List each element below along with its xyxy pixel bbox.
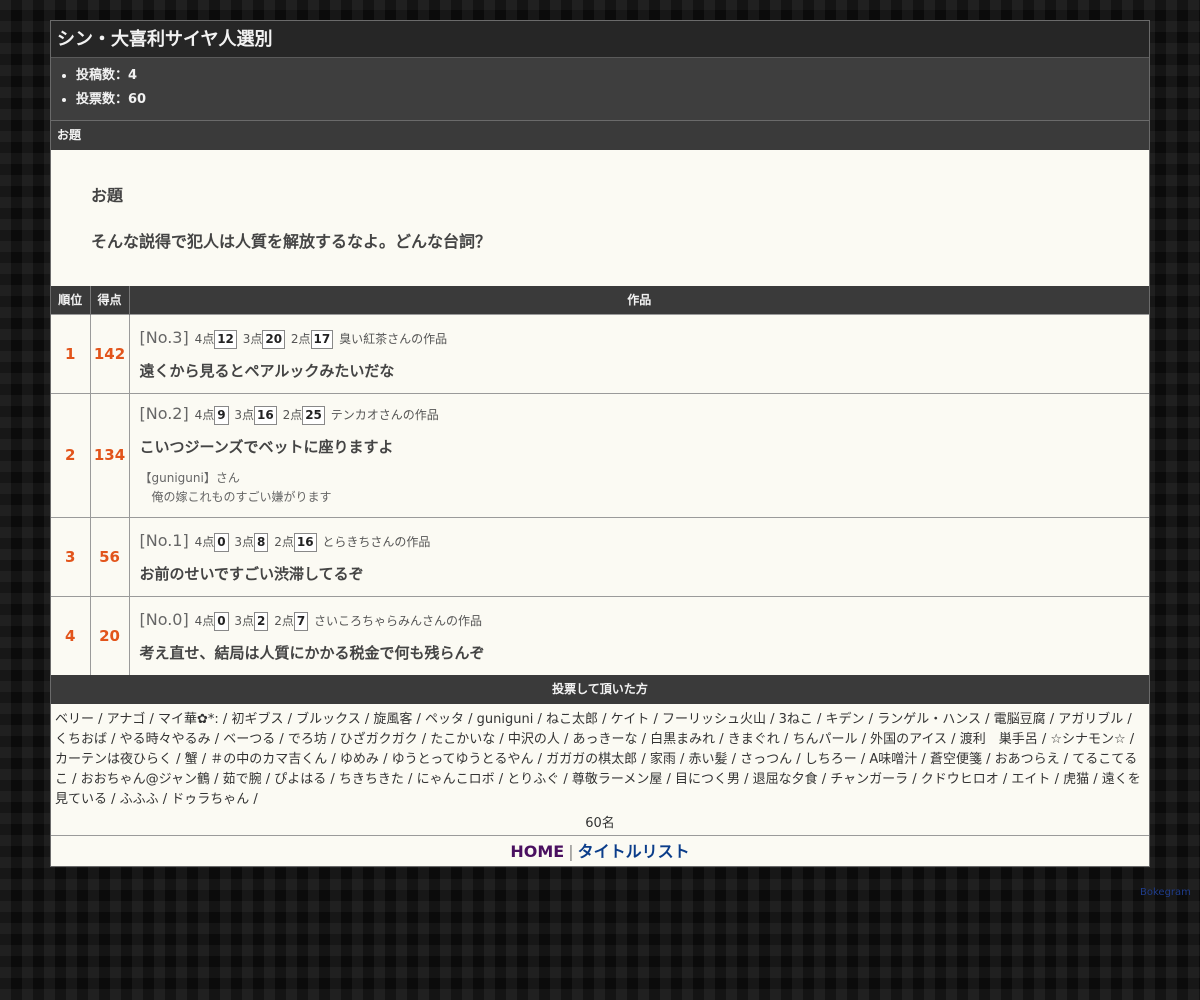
nav-separator: | bbox=[568, 842, 574, 861]
results-table: 順位 得点 作品 1 142 [No.3] 4点 12 3点 20 2点 17 臭い紅… bbox=[51, 286, 1149, 675]
table-row: 2 134 [No.2] 4点 9 3点 16 2点 25 テンカオさんの作品 こいつ… bbox=[51, 392, 1149, 517]
entry-meta: [No.0] 4点 0 3点 2 2点 7 さいころちゃらみんさんの作品 bbox=[140, 609, 1140, 632]
work-text: お前のせいですごい渋滞してるぞ bbox=[139, 564, 364, 583]
table-row: 3 56 [No.1] 4点 0 3点 8 2点 16 とらきちさんの作品 お前のせい… bbox=[51, 516, 1149, 596]
work-text: 遠くから見るとペアルックみたいだな bbox=[139, 361, 395, 380]
entry-author: さいころちゃらみんさんの作品 bbox=[314, 613, 483, 628]
column-rank: 順位 bbox=[51, 286, 91, 314]
score-cell: 134 bbox=[90, 392, 130, 517]
entry-number: [No.1] bbox=[139, 530, 189, 550]
entry-meta: [No.1] 4点 0 3点 8 2点 16 とらきちさんの作品 bbox=[140, 530, 1140, 553]
points3-count: 16 bbox=[254, 406, 277, 425]
odai-header: お題 bbox=[51, 121, 1149, 150]
odai-text: そんな説得で犯人は人質を解放するなよ。どんな台詞？ bbox=[91, 232, 492, 251]
points2-label: 2点 bbox=[282, 408, 303, 422]
footer-nav: HOME | タイトルリスト bbox=[51, 835, 1149, 866]
entry-meta: [No.3] 4点 12 3点 20 2点 17 臭い紅茶さんの作品 bbox=[140, 327, 1140, 350]
rank-cell: 4 bbox=[51, 595, 91, 675]
post-count: 投稿数：4 bbox=[76, 64, 1149, 88]
credit-link[interactable]: Bokegram bbox=[1140, 887, 1191, 898]
points4-label: 4点 bbox=[194, 408, 215, 422]
points3-count: 8 bbox=[254, 532, 269, 552]
entry-number: [No.2] bbox=[139, 404, 189, 423]
points3-label: 3点 bbox=[242, 331, 263, 346]
main-container: シン・大喜利サイヤ人選別 投稿数：4 投票数：60 お題 お題 そんな説得で犯人… bbox=[50, 20, 1150, 867]
points4-count: 0 bbox=[214, 532, 229, 552]
points4-count: 9 bbox=[214, 406, 229, 425]
points3-label: 3点 bbox=[234, 613, 255, 628]
table-header-row: 順位 得点 作品 bbox=[51, 286, 1149, 314]
table-row: 1 142 [No.3] 4点 12 3点 20 2点 17 臭い紅茶さんの作品 遠く… bbox=[51, 313, 1149, 393]
points2-count: 25 bbox=[302, 406, 325, 425]
comment-text: 俺の嫁これものすごい嫌がります bbox=[151, 490, 332, 504]
table-row: 4 20 [No.0] 4点 0 3点 2 2点 7 さいころちゃらみんさんの作品 考… bbox=[51, 595, 1149, 675]
points4-label: 4点 bbox=[194, 613, 215, 628]
work-text: 考え直せ、結局は人質にかかる税金で何も残らんぞ bbox=[139, 643, 485, 662]
rank-cell: 2 bbox=[51, 392, 91, 517]
entry-author: テンカオさんの作品 bbox=[330, 408, 439, 422]
work-cell: [No.0] 4点 0 3点 2 2点 7 さいころちゃらみんさんの作品 考え直せ、結… bbox=[129, 595, 1149, 675]
score-cell: 142 bbox=[90, 313, 130, 393]
points4-label: 4点 bbox=[194, 534, 215, 549]
points4-count: 12 bbox=[214, 329, 237, 349]
work-cell: [No.2] 4点 9 3点 16 2点 25 テンカオさんの作品 こいつジーンズでベ… bbox=[129, 392, 1149, 517]
voters-list: ベリー / アナゴ / マイ華✿*: / 初ギブス / ブルックス / 旋風客 … bbox=[55, 712, 1141, 807]
points4-label: 4点 bbox=[194, 331, 215, 346]
points3-count: 2 bbox=[254, 611, 269, 631]
entry-meta: [No.2] 4点 9 3点 16 2点 25 テンカオさんの作品 bbox=[140, 403, 1140, 426]
vote-count: 投票数：60 bbox=[76, 88, 1149, 112]
work-cell: [No.1] 4点 0 3点 8 2点 16 とらきちさんの作品 お前のせいですごい渋… bbox=[129, 516, 1149, 596]
points2-label: 2点 bbox=[290, 331, 311, 346]
comment: 【guniguni】さん 俺の嫁これものすごい嫌がります bbox=[140, 469, 1140, 507]
score-cell: 20 bbox=[90, 595, 130, 675]
entry-author: 臭い紅茶さんの作品 bbox=[339, 331, 448, 346]
column-score: 得点 bbox=[90, 286, 130, 314]
column-work: 作品 bbox=[129, 286, 1149, 314]
odai-label: お題 bbox=[91, 186, 124, 205]
entry-number: [No.3] bbox=[139, 327, 189, 347]
rank-cell: 3 bbox=[51, 516, 91, 596]
score-cell: 56 bbox=[90, 516, 130, 596]
home-link[interactable]: HOME bbox=[510, 842, 564, 861]
points3-label: 3点 bbox=[234, 408, 255, 422]
points2-count: 16 bbox=[293, 532, 317, 552]
title-list-link[interactable]: タイトルリスト bbox=[578, 842, 690, 861]
entry-author: とらきちさんの作品 bbox=[322, 534, 431, 549]
entry-number: [No.0] bbox=[139, 609, 189, 629]
points2-count: 17 bbox=[310, 329, 334, 349]
points2-label: 2点 bbox=[274, 613, 294, 628]
points3-label: 3点 bbox=[234, 534, 255, 549]
rank-cell: 1 bbox=[51, 313, 91, 393]
voters-header: 投票して頂いた方 bbox=[51, 675, 1149, 704]
comment-author: 【guniguni】さん bbox=[139, 471, 240, 485]
points2-count: 7 bbox=[293, 611, 309, 631]
page-title: シン・大喜利サイヤ人選別 bbox=[51, 21, 1149, 58]
voter-count: 60名 bbox=[585, 816, 615, 831]
stats-list: 投稿数：4 投票数：60 bbox=[51, 58, 1149, 121]
points2-label: 2点 bbox=[274, 534, 294, 549]
odai-section: お題 そんな説得で犯人は人質を解放するなよ。どんな台詞？ bbox=[51, 150, 1149, 286]
work-cell: [No.3] 4点 12 3点 20 2点 17 臭い紅茶さんの作品 遠くから見るとペ… bbox=[129, 313, 1149, 393]
points3-count: 20 bbox=[262, 329, 286, 349]
work-text: こいつジーンズでベットに座りますよ bbox=[139, 438, 394, 456]
points4-count: 0 bbox=[214, 611, 229, 631]
